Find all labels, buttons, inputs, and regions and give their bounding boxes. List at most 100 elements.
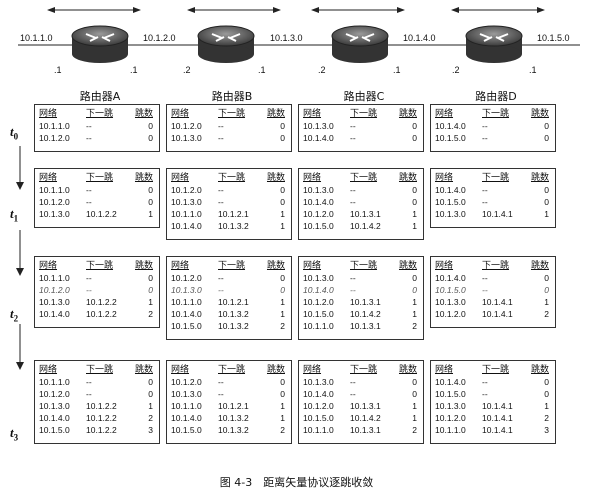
route-hops: 0 (544, 273, 549, 283)
route-network: 10.1.4.0 (435, 377, 466, 387)
routing-table: 网络 下一跳 跳数 10.1.2.0 -- 0 10.1.3.0 -- 0 10.1.1.0 10.… (166, 360, 292, 444)
route-next-hop: 10.1.2.1 (218, 297, 249, 307)
router-b-icon (197, 25, 255, 63)
header-next-hop: 下一跳 (350, 365, 378, 375)
route-network: 10.1.5.0 (171, 425, 202, 435)
route-hops: 1 (412, 413, 417, 423)
route-network: 10.1.1.0 (303, 321, 334, 331)
route-hops: 0 (148, 273, 153, 283)
route-next-hop: -- (482, 377, 488, 387)
route-next-hop: -- (482, 133, 488, 143)
route-next-hop: 10.1.2.2 (86, 425, 117, 435)
table-row: 10.1.2.0 -- 0 (170, 184, 288, 196)
route-network: 10.1.3.0 (171, 285, 202, 295)
route-hops: 0 (148, 185, 153, 195)
route-next-hop: -- (482, 197, 488, 207)
header-next-hop: 下一跳 (86, 261, 114, 271)
route-next-hop: -- (86, 377, 92, 387)
table-header: 网络 下一跳 跳数 (302, 364, 420, 376)
table-row: 10.1.1.0 10.1.4.1 3 (434, 424, 552, 436)
route-network: 10.1.4.0 (303, 133, 334, 143)
table-header: 网络 下一跳 跳数 (38, 260, 156, 272)
route-hops: 0 (412, 273, 417, 283)
route-next-hop: -- (350, 377, 356, 387)
routing-table: 网络 下一跳 跳数 10.1.3.0 -- 0 10.1.4.0 -- 0 10.1.2.0 10.… (298, 168, 424, 240)
route-hops: 1 (280, 309, 285, 319)
route-hops: 1 (280, 221, 285, 231)
route-network: 10.1.3.0 (303, 273, 334, 283)
route-network: 10.1.4.0 (171, 413, 202, 423)
route-hops: 0 (148, 285, 153, 295)
route-next-hop: -- (218, 285, 224, 295)
table-row: 10.1.4.0 -- 0 (302, 132, 420, 144)
distance-vector-diagram: 10.1.1.0 10.1.2.0 10.1.3.0 10.1.4.0 10.1… (0, 0, 593, 496)
route-next-hop: -- (350, 185, 356, 195)
header-network: 网络 (435, 109, 454, 119)
routing-table: 网络 下一跳 跳数 10.1.4.0 -- 0 10.1.5.0 -- 0 10.1.3.0 10.… (430, 168, 556, 228)
header-network: 网络 (171, 109, 190, 119)
network-label: 10.1.4.0 (403, 33, 436, 43)
table-header: 网络 下一跳 跳数 (434, 364, 552, 376)
route-next-hop: 10.1.3.2 (218, 425, 249, 435)
route-next-hop: 10.1.3.2 (218, 413, 249, 423)
table-row: 10.1.2.0 10.1.4.1 2 (434, 412, 552, 424)
time-label-t0: t0 (10, 124, 19, 142)
route-network: 10.1.2.0 (39, 285, 70, 295)
route-hops: 3 (148, 425, 153, 435)
interface-label: .2 (318, 65, 326, 75)
table-row: 10.1.5.0 10.1.4.2 1 (302, 412, 420, 424)
route-next-hop: 10.1.2.2 (86, 297, 117, 307)
route-hops: 3 (544, 425, 549, 435)
route-network: 10.1.2.0 (171, 273, 202, 283)
route-next-hop: 10.1.2.2 (86, 209, 117, 219)
router-d-icon (465, 25, 523, 63)
network-label: 10.1.5.0 (537, 33, 570, 43)
table-header: 网络 下一跳 跳数 (38, 172, 156, 184)
router-c-icon (331, 25, 389, 63)
table-row: 10.1.1.0 10.1.3.1 2 (302, 424, 420, 436)
route-hops: 0 (280, 377, 285, 387)
table-row: 10.1.4.0 -- 0 (434, 376, 552, 388)
route-hops: 2 (148, 309, 153, 319)
route-network: 10.1.4.0 (171, 309, 202, 319)
route-hops: 0 (544, 389, 549, 399)
header-hops: 跳数 (134, 109, 153, 119)
route-next-hop: -- (350, 197, 356, 207)
table-row: 10.1.5.0 10.1.4.2 1 (302, 220, 420, 232)
table-row: 10.1.5.0 10.1.3.2 2 (170, 424, 288, 436)
route-network: 10.1.4.0 (171, 221, 202, 231)
table-row: 10.1.2.0 10.1.3.1 1 (302, 400, 420, 412)
table-row: 10.1.2.0 -- 0 (170, 120, 288, 132)
router-title-b: 路由器B (211, 90, 253, 103)
route-hops: 1 (148, 297, 153, 307)
table-row: 10.1.5.0 -- 0 (434, 132, 552, 144)
header-hops: 跳数 (266, 173, 285, 183)
route-next-hop: 10.1.2.2 (86, 401, 117, 411)
header-network: 网络 (39, 365, 58, 375)
header-network: 网络 (39, 173, 58, 183)
route-network: 10.1.3.0 (435, 209, 466, 219)
route-hops: 0 (544, 285, 549, 295)
route-network: 10.1.2.0 (171, 185, 202, 195)
table-row: 10.1.3.0 -- 0 (302, 120, 420, 132)
header-next-hop: 下一跳 (218, 365, 246, 375)
header-next-hop: 下一跳 (482, 173, 510, 183)
route-network: 10.1.2.0 (39, 389, 70, 399)
route-next-hop: 10.1.3.1 (350, 297, 381, 307)
table-header: 网络 下一跳 跳数 (170, 364, 288, 376)
route-hops: 2 (148, 413, 153, 423)
router-a-icon (71, 25, 129, 63)
route-next-hop: -- (86, 273, 92, 283)
route-hops: 1 (544, 401, 549, 411)
header-next-hop: 下一跳 (350, 173, 378, 183)
route-network: 10.1.2.0 (171, 121, 202, 131)
router-title-a: 路由器A (79, 90, 121, 103)
route-hops: 0 (280, 133, 285, 143)
route-hops: 0 (280, 273, 285, 283)
route-network: 10.1.3.0 (39, 401, 70, 411)
route-hops: 2 (412, 425, 417, 435)
table-row: 10.1.4.0 -- 0 (302, 284, 420, 296)
table-row: 10.1.2.0 -- 0 (38, 388, 156, 400)
route-hops: 0 (412, 121, 417, 131)
header-hops: 跳数 (266, 365, 285, 375)
